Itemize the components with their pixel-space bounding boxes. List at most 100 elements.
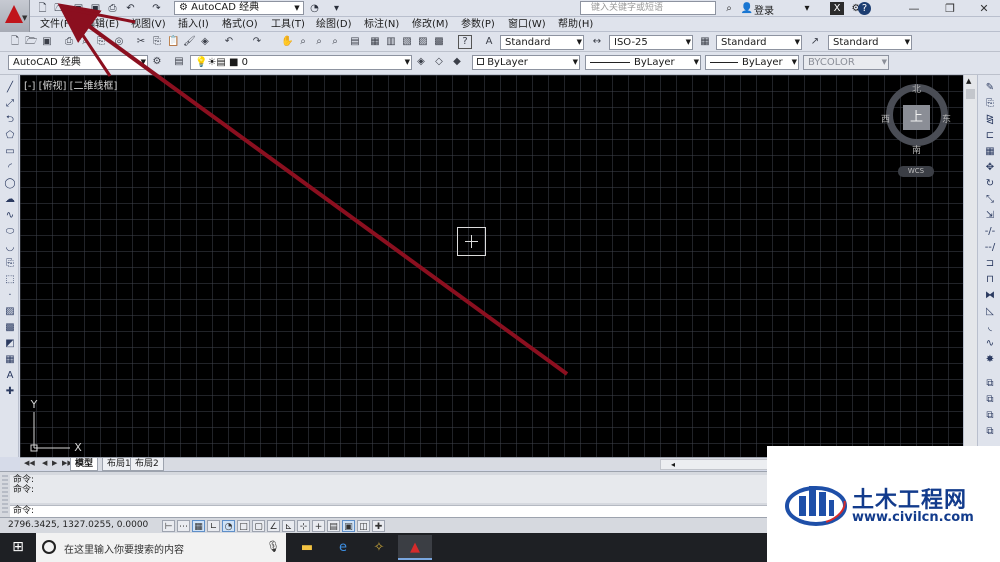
infer-constraints-icon[interactable]: ⊢ (162, 520, 175, 532)
search-input[interactable]: 键入关键字或短语 (580, 1, 716, 15)
mirror-icon[interactable]: ⧎ (983, 113, 997, 127)
plot-icon[interactable]: ⎙ (62, 35, 76, 49)
zoom-window-icon[interactable]: ⌕ (312, 35, 326, 49)
properties-icon[interactable]: ▤ (348, 35, 362, 49)
insert-block-icon[interactable]: ⎘ (3, 257, 17, 271)
copy-object-icon[interactable]: ⎘ (983, 97, 997, 111)
selection-cycling-icon[interactable]: ◫ (357, 520, 370, 532)
object-snap-icon[interactable]: □ (237, 520, 250, 532)
ortho-mode-icon[interactable]: ∟ (207, 520, 220, 532)
make-block-icon[interactable]: ⬚ (3, 273, 17, 287)
add-selected-icon[interactable]: ✚ (3, 385, 17, 399)
clock-icon[interactable]: ◔ (308, 2, 321, 15)
menu-modify[interactable]: 修改(M) (412, 18, 448, 31)
next-tab-icon[interactable]: ▶ (52, 459, 57, 467)
workspace-select[interactable]: AutoCAD 经典 ▼ (8, 55, 148, 70)
make-current-layer-icon[interactable]: ◈ (414, 55, 428, 69)
lineweight-select[interactable]: ByLayer ▼ (705, 55, 799, 70)
first-tab-icon[interactable]: ◀◀ (24, 459, 35, 467)
table-icon[interactable]: ▦ (3, 353, 17, 367)
transparency-icon[interactable]: ▤ (327, 520, 340, 532)
dim-style-icon[interactable]: ↔ (590, 35, 604, 49)
color-select[interactable]: ByLayer ▼ (472, 55, 580, 70)
rectangle-icon[interactable]: ▭ (3, 145, 17, 159)
3d-object-snap-icon[interactable]: ▢ (252, 520, 265, 532)
dim-style-select[interactable]: ISO-25 ▼ (609, 35, 693, 50)
linetype-select[interactable]: ByLayer ▼ (585, 55, 701, 70)
lineweight-icon[interactable]: + (312, 520, 325, 532)
chamfer-icon[interactable]: ◺ (983, 305, 997, 319)
menu-insert[interactable]: 插入(I) (178, 18, 209, 31)
text-style-select[interactable]: Standard ▼ (500, 35, 584, 50)
ellipse-arc-icon[interactable]: ◡ (3, 241, 17, 255)
sheet-set-icon[interactable]: ▧ (400, 35, 414, 49)
open-file-icon[interactable]: 🗁 (54, 2, 67, 15)
paste-icon[interactable]: 📋 (166, 35, 180, 49)
cursor-coordinates[interactable]: 2796.3425, 1327.0255, 0.0000 (8, 520, 148, 530)
new-file-icon[interactable]: 🗋 (36, 2, 49, 15)
text-style-icon[interactable]: A (482, 35, 496, 49)
workspace-select[interactable]: ⚙ AutoCAD 经典 ▼ (174, 1, 304, 15)
annotation-monitor-icon[interactable]: ✚ (372, 520, 385, 532)
close-button[interactable]: ✕ (966, 0, 1000, 17)
drawing-canvas[interactable]: [-] [俯视] [二维线框] 上 北 南 东 西 WCS Y X (20, 75, 963, 457)
binoculars-icon[interactable]: ⌕ (722, 2, 736, 15)
fillet-icon[interactable]: ◟ (983, 321, 997, 335)
more-icon[interactable]: ▾ (330, 2, 343, 15)
gradient-icon[interactable]: ▩ (3, 321, 17, 335)
scroll-thumb[interactable] (966, 89, 975, 99)
polygon-icon[interactable]: ⬠ (3, 129, 17, 143)
stretch-icon[interactable]: ⇲ (983, 209, 997, 223)
menu-dimension[interactable]: 标注(N) (364, 18, 399, 31)
undo-icon[interactable]: ↶ (124, 2, 137, 15)
hatch-icon[interactable]: ▨ (3, 305, 17, 319)
menu-view[interactable]: 视图(V) (131, 18, 166, 31)
dropdown-icon[interactable]: ▾ (800, 2, 814, 15)
windows-start-icon[interactable]: ⊞ (0, 533, 36, 562)
join-icon[interactable]: ⧓ (983, 289, 997, 303)
tab-layout2[interactable]: 布局2 (130, 458, 164, 471)
block-editor-icon[interactable]: ◈ (198, 35, 212, 49)
scroll-left-icon[interactable]: ◂ (671, 460, 675, 469)
microphone-icon[interactable]: 🎙 (266, 540, 280, 553)
cut-icon[interactable]: ✂ (134, 35, 148, 49)
prev-tab-icon[interactable]: ◀ (42, 459, 47, 467)
edge-browser-icon[interactable]: e (326, 535, 360, 560)
taskbar-search-box[interactable]: 在这里输入你要搜索的内容 🎙 (36, 533, 286, 562)
menu-window[interactable]: 窗口(W) (508, 18, 546, 31)
qnew-icon[interactable]: 🗋 (8, 35, 22, 49)
tool-palettes-icon[interactable]: ▥ (384, 35, 398, 49)
help-icon[interactable]: ? (858, 2, 871, 15)
scroll-up-icon[interactable]: ▲ (966, 77, 971, 85)
array-icon[interactable]: ▦ (983, 145, 997, 159)
explode-icon[interactable]: ✸ (983, 353, 997, 367)
menu-format[interactable]: 格式(O) (222, 18, 258, 31)
save-as-icon[interactable]: ▣ (89, 2, 102, 15)
multileader-style-select[interactable]: Standard ▼ (828, 35, 912, 50)
save-icon[interactable]: ▣ (40, 35, 54, 49)
tab-model[interactable]: 模型 (70, 458, 99, 471)
application-menu-button[interactable]: ▼ (0, 0, 30, 32)
copy-icon[interactable]: ⎘ (150, 35, 164, 49)
design-center-icon[interactable]: ▦ (368, 35, 382, 49)
draworder-under-icon[interactable]: ⧉ (983, 425, 997, 439)
print-icon[interactable]: ⎙ (106, 2, 119, 15)
blend-curves-icon[interactable]: ∿ (983, 337, 997, 351)
object-snap-tracking-icon[interactable]: ∠ (267, 520, 280, 532)
multileader-style-icon[interactable]: ↗ (808, 35, 822, 49)
menu-help[interactable]: 帮助(H) (558, 18, 593, 31)
redo-icon[interactable]: ↷ (150, 2, 163, 15)
autocad-taskbar-icon[interactable]: ▲ (398, 535, 432, 560)
scale-icon[interactable]: ⤡ (983, 193, 997, 207)
dynamic-input-icon[interactable]: ⊹ (297, 520, 310, 532)
3d-dwf-icon[interactable]: ◎ (112, 35, 126, 49)
menu-tools[interactable]: 工具(T) (271, 18, 305, 31)
revision-cloud-icon[interactable]: ☁ (3, 193, 17, 207)
file-explorer-icon[interactable]: ▬ (290, 535, 324, 560)
polyline-icon[interactable]: ⮌ (3, 113, 17, 127)
draworder-front-icon[interactable]: ⧉ (983, 377, 997, 391)
open-icon[interactable]: 🗁 (24, 35, 38, 49)
workspace-settings-icon[interactable]: ⚙ (150, 55, 164, 69)
layer-select[interactable]: 💡☀▤ ■ 0 ▼ (190, 55, 412, 70)
vertical-scrollbar[interactable]: ▲ (963, 75, 977, 457)
